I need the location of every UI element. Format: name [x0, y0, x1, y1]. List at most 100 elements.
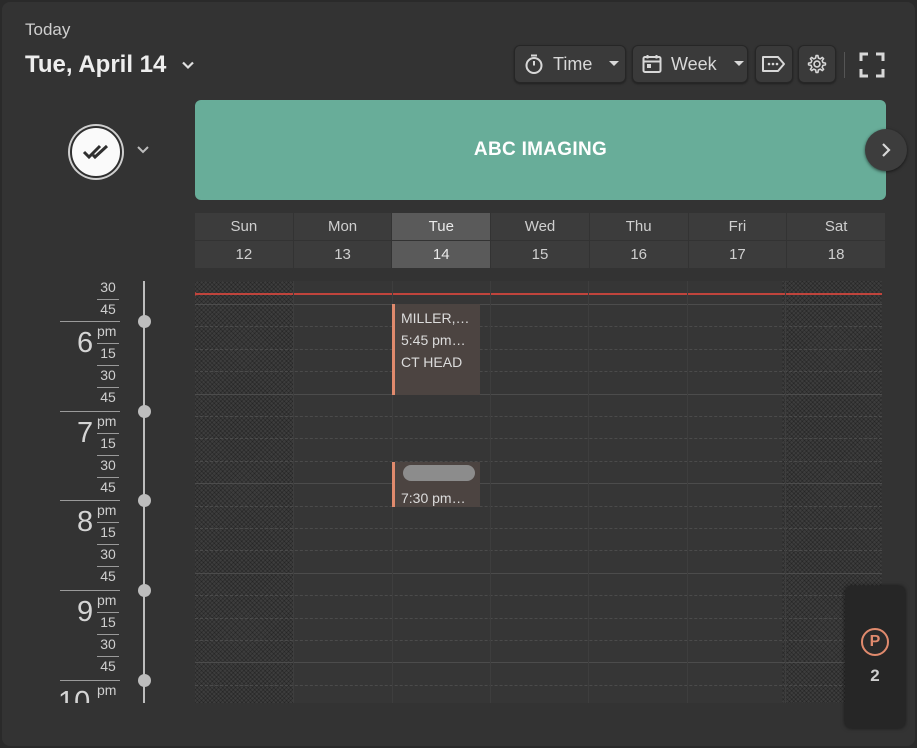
hour-rule	[60, 680, 120, 681]
hour-rule	[60, 500, 120, 501]
minute-label: 45	[100, 568, 116, 584]
day-divider	[687, 281, 688, 703]
resource-banner[interactable]: ABC IMAGING	[195, 100, 886, 200]
day-divider	[785, 281, 786, 703]
minute-label: 30	[100, 279, 116, 295]
day-name: Sun	[195, 213, 293, 240]
week-dropdown-label: Week	[671, 53, 717, 74]
day-number: 14	[392, 241, 491, 268]
minute-label: 45	[100, 658, 116, 674]
label-button[interactable]	[755, 45, 793, 83]
day-number: 18	[787, 241, 885, 268]
minute-label: 15	[100, 435, 116, 451]
day-number: 15	[491, 241, 589, 268]
day-column-thu[interactable]: Thu 16	[589, 213, 688, 269]
appointment-block[interactable]: MILLER,… 5:45 pm… CT HEAD	[392, 304, 480, 395]
chevron-down-icon	[182, 61, 195, 70]
day-divider	[588, 281, 589, 703]
time-axis-line	[143, 281, 145, 703]
fullscreen-icon[interactable]	[859, 52, 885, 78]
day-column-tue[interactable]: Tue 14	[392, 213, 491, 269]
day-number: 17	[688, 241, 787, 268]
time-ruler: 30 45 6 pm 15 30 45 7 pm 15 30 45 8 pm 15 30 45 9 pm 15 30 45…	[2, 2, 182, 703]
slot-line	[195, 438, 882, 439]
redacted-name	[403, 465, 475, 481]
day-column-mon[interactable]: Mon 13	[293, 213, 392, 269]
caret-down-icon	[733, 61, 744, 66]
hour-suffix: pm	[97, 413, 117, 429]
minute-rule	[97, 343, 119, 344]
minute-rule	[97, 522, 119, 523]
day-name: Tue	[392, 213, 491, 240]
minute-rule	[97, 365, 119, 366]
minute-rule	[97, 656, 119, 657]
minute-rule	[97, 299, 119, 300]
minute-rule	[97, 433, 119, 434]
minute-rule	[97, 566, 119, 567]
minute-rule	[97, 455, 119, 456]
day-divider	[293, 281, 294, 703]
resource-name: ABC IMAGING	[473, 139, 608, 160]
day-column-wed[interactable]: Wed 15	[491, 213, 589, 269]
slot-line	[195, 685, 882, 686]
minute-rule	[97, 612, 119, 613]
current-time-line	[195, 290, 882, 298]
appointment-line: 5:45 pm…	[401, 332, 466, 348]
calendar-icon	[642, 55, 662, 73]
day-name: Mon	[293, 213, 392, 240]
hour-number: 9	[77, 596, 94, 628]
slot-line	[195, 304, 882, 305]
time-dropdown[interactable]: Time	[514, 45, 626, 83]
appointment-block[interactable]: 7:30 pm…	[392, 462, 480, 507]
slot-line	[195, 595, 882, 596]
day-divider	[490, 281, 491, 703]
hour-suffix: pm	[97, 592, 117, 608]
hour-dot	[138, 584, 151, 597]
minute-label: 45	[100, 479, 116, 495]
week-day-header: Sun 12 Mon 13 Tue 14 Wed 15 Thu 16 Fri 17 Sat 18	[195, 213, 886, 269]
day-name: Thu	[589, 213, 688, 240]
next-resource-button[interactable]	[865, 129, 907, 171]
hour-suffix: pm	[97, 323, 117, 339]
week-dropdown[interactable]: Week	[632, 45, 748, 83]
minute-rule	[97, 544, 119, 545]
hour-number: 10	[58, 686, 91, 703]
hour-dot	[138, 674, 151, 687]
stopwatch-icon	[525, 54, 543, 74]
pending-panel[interactable]: P 2	[845, 586, 905, 728]
slot-line	[195, 326, 882, 327]
minute-label: 30	[100, 546, 116, 562]
hour-dot	[138, 405, 151, 418]
slot-line	[195, 550, 882, 551]
hour-rule	[60, 590, 120, 591]
minute-label: 45	[100, 389, 116, 405]
calendar-grid[interactable]: MILLER,… 5:45 pm… CT HEAD 7:30 pm…	[195, 281, 882, 703]
hour-dot	[138, 494, 151, 507]
current-time-marker	[195, 290, 198, 298]
day-number: 13	[293, 241, 392, 268]
slot-line	[195, 528, 882, 529]
day-number: 16	[589, 241, 688, 268]
pending-letter: P	[869, 633, 881, 650]
slot-line	[195, 416, 882, 417]
slot-line	[195, 618, 882, 619]
minute-label: 15	[100, 345, 116, 361]
hour-suffix: pm	[97, 682, 117, 698]
day-name: Wed	[491, 213, 589, 240]
minute-label: 30	[100, 457, 116, 473]
minute-rule	[97, 477, 119, 478]
minute-label: 45	[100, 301, 116, 317]
day-column-sat[interactable]: Sat 18	[787, 213, 885, 269]
slot-line	[195, 573, 882, 574]
minute-rule	[97, 387, 119, 388]
settings-button[interactable]	[798, 45, 836, 83]
calendar-window: Today Tue, April 14 Time Week ABC IMAGIN…	[2, 2, 915, 746]
hour-rule	[60, 411, 120, 412]
day-column-sun[interactable]: Sun 12	[195, 213, 293, 269]
toolbar-divider	[844, 52, 845, 78]
slot-line	[195, 461, 882, 462]
tag-icon	[762, 56, 785, 72]
appointment-line: 7:30 pm…	[401, 490, 466, 506]
time-dropdown-label: Time	[553, 53, 593, 74]
day-column-fri[interactable]: Fri 17	[688, 213, 787, 269]
